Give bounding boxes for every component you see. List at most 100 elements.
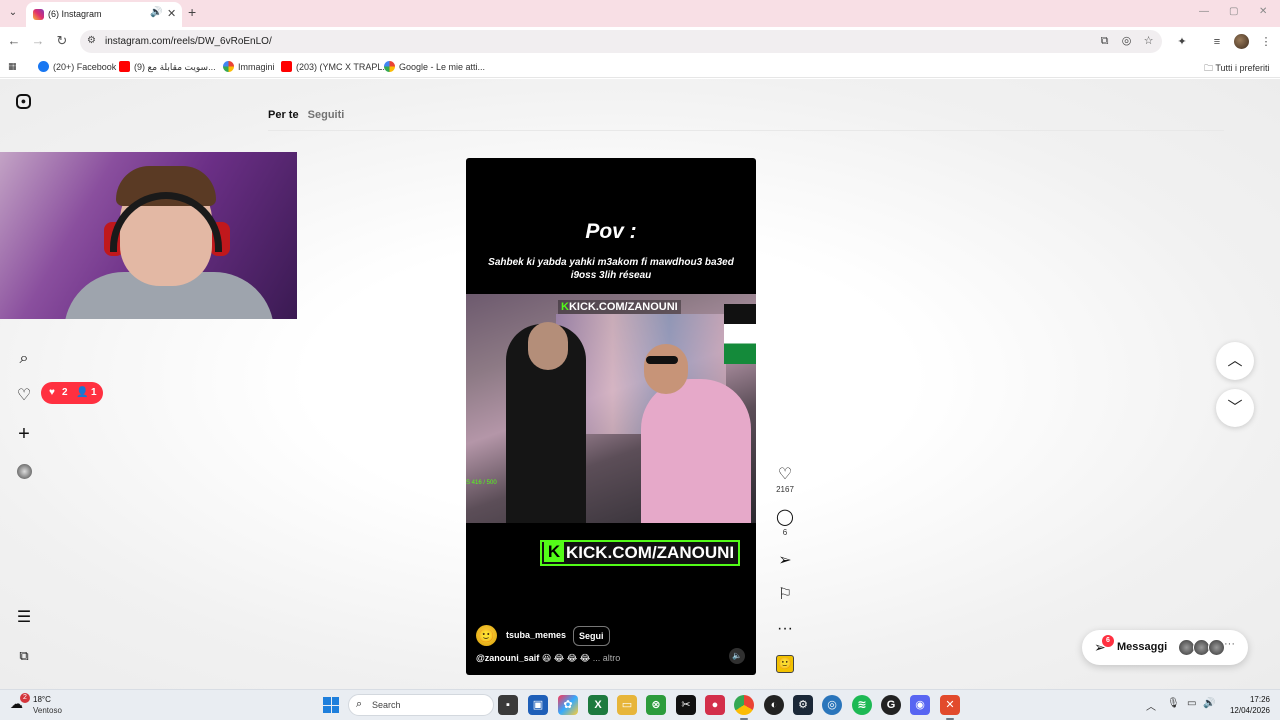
minimize-icon[interactable]: — — [1199, 6, 1209, 17]
youtube-icon — [119, 61, 130, 72]
send-icon[interactable]: ➢ — [772, 552, 798, 570]
app-icon[interactable]: ◎ — [822, 695, 842, 715]
bookmark-youtube-2[interactable]: (203) (YMC X TRAPL... — [281, 61, 390, 72]
profile-avatar[interactable] — [1234, 34, 1249, 49]
webcam-overlay — [0, 152, 297, 319]
folder-icon: 🗀 — [1204, 63, 1216, 73]
red-app-icon[interactable]: ● — [705, 695, 725, 715]
close-window-icon[interactable]: ✕ — [1259, 6, 1267, 17]
profile-avatar[interactable] — [17, 464, 32, 479]
weather-condition: Ventoso — [33, 706, 62, 715]
comment-action[interactable]: ◯ 6 — [772, 509, 798, 537]
maximize-icon[interactable]: ▢ — [1229, 6, 1238, 17]
spotify-icon[interactable]: ≋ — [852, 695, 872, 715]
bookmark-facebook[interactable]: (20+) Facebook — [38, 61, 116, 72]
follow-button[interactable]: Segui — [573, 626, 610, 646]
more-dots-icon[interactable]: ··· — [772, 620, 798, 638]
notification-pill[interactable]: ♥ 2 👤 1 — [41, 382, 103, 404]
reel-description[interactable]: @zanouni_saif 😆 😂 😂 😂 ... altro — [476, 653, 620, 664]
app-icon[interactable]: ✕ — [940, 695, 960, 720]
new-tab-icon[interactable]: + — [188, 4, 196, 20]
bookmark-immagini[interactable]: Immagini — [223, 61, 275, 72]
discord-icon[interactable]: ◉ — [910, 695, 930, 715]
extensions-icon[interactable]: ✦ — [1175, 35, 1189, 49]
store-icon[interactable]: ▣ — [528, 695, 548, 715]
excel-icon[interactable]: X — [588, 695, 608, 715]
start-windows-icon[interactable] — [323, 697, 339, 713]
tab-seguiti[interactable]: Seguiti — [308, 109, 345, 121]
file-explorer-icon[interactable]: ▭ — [617, 695, 637, 715]
browser-tab[interactable]: (6) Instagram 🔊 ✕ — [26, 2, 182, 27]
steam-icon[interactable]: ⚙ — [793, 695, 813, 715]
more-dots-icon: ··· — [1224, 638, 1235, 650]
all-bookmarks[interactable]: 🗀 Tutti i preferiti — [1204, 61, 1270, 77]
comment-icon[interactable]: ◯ — [772, 509, 798, 527]
messages-button[interactable]: ➢ 6 Messaggi ··· — [1082, 630, 1248, 665]
capcut-icon[interactable]: ✂ — [676, 695, 696, 715]
temperature: 18°C — [33, 695, 51, 704]
bookmark-label: (20+) Facebook — [53, 62, 117, 72]
username[interactable]: tsuba_memes — [506, 630, 566, 640]
bookmark-label: Google - Le mie atti... — [399, 62, 486, 72]
share-action[interactable]: ➢ — [772, 552, 798, 570]
instagram-logo-icon[interactable]: ● — [16, 94, 31, 109]
bookmark-label: (203) (YMC X TRAPL... — [296, 62, 390, 72]
heart-icon[interactable]: ♡ — [772, 466, 798, 484]
network-icon[interactable]: ▭ — [1187, 698, 1196, 709]
app-icon[interactable]: G — [881, 695, 901, 715]
chrome-icon[interactable] — [734, 695, 754, 720]
forward-icon[interactable]: → — [30, 33, 46, 49]
more-action[interactable]: ··· — [772, 620, 798, 638]
tab-close-icon[interactable]: ✕ — [167, 7, 176, 20]
also-from-meta-icon[interactable]: ⧉ — [14, 646, 34, 666]
volume-icon[interactable]: 🔊 — [1203, 698, 1215, 709]
messages-label: Messaggi — [1117, 641, 1168, 653]
reel-video[interactable]: Pov : Sahbek ki yabda yahki m3akom fi ma… — [466, 158, 756, 675]
user-avatar[interactable]: 🙂 — [476, 625, 497, 646]
taskbar-search[interactable]: ⌕ Search — [348, 694, 494, 716]
next-reel-button[interactable]: ﹀ — [1216, 389, 1254, 427]
address-bar[interactable]: ⚙ instagram.com/reels/DW_6vRoEnLO/ ⧉ ◎ ☆ — [80, 30, 1162, 53]
search-icon[interactable]: ⌕ — [14, 349, 34, 369]
install-app-icon[interactable]: ⧉ — [1098, 35, 1111, 48]
url-text[interactable]: instagram.com/reels/DW_6vRoEnLO/ — [105, 36, 272, 47]
bookmark-icon[interactable]: ⚐ — [772, 586, 798, 604]
tab-per-te[interactable]: Per te — [268, 109, 299, 121]
bookmarks-bar: ▦ (20+) Facebook (9) سويت مقابلة مع... I… — [0, 56, 1280, 78]
xbox-icon[interactable]: ⊗ — [646, 695, 666, 715]
tab-audio-icon[interactable]: 🔊 — [150, 7, 162, 18]
bookmark-google-activity[interactable]: Google - Le mie atti... — [384, 61, 485, 72]
save-action[interactable]: ⚐ — [772, 586, 798, 604]
reload-icon[interactable]: ↻ — [54, 33, 70, 49]
menu-dots-icon[interactable]: ⋮ — [1259, 35, 1273, 49]
notifications-heart-icon[interactable]: ♡ — [14, 386, 34, 406]
eye-off-icon[interactable]: ◎ — [1120, 35, 1133, 48]
site-info-icon[interactable]: ⚙ — [87, 35, 99, 47]
media-control-icon[interactable]: ≡ — [1210, 35, 1224, 49]
volume-icon[interactable]: 🔈 — [729, 648, 745, 664]
bookmark-star-icon[interactable]: ☆ — [1142, 35, 1155, 48]
like-action[interactable]: ♡ 2167 — [772, 466, 798, 494]
tray-chevron-icon[interactable]: ︿ — [1146, 698, 1156, 713]
back-icon[interactable]: ← — [6, 33, 22, 49]
task-view-icon[interactable]: ▪ — [498, 695, 518, 715]
bookmark-label: (9) سويت مقابلة مع... — [134, 62, 216, 72]
clock[interactable]: 17:26 12/04/2026 — [1222, 694, 1270, 716]
app-icon[interactable]: ◐ — [764, 695, 784, 715]
more-menu-icon[interactable]: ☰ — [14, 608, 34, 628]
instagram-favicon-icon — [33, 9, 44, 20]
audio-track-thumbnail[interactable]: 🙂 — [776, 655, 794, 673]
apps-grid-icon[interactable]: ▦ — [8, 61, 17, 72]
microphone-icon[interactable]: 🎙 — [1167, 698, 1180, 709]
create-plus-icon[interactable]: + — [14, 424, 34, 444]
kick-watermark-text: KICK.COM/ZANOUNI — [568, 301, 678, 313]
bookmark-youtube-1[interactable]: (9) سويت مقابلة مع... — [119, 61, 216, 73]
previous-reel-button[interactable]: ︿ — [1216, 342, 1254, 380]
person-head — [644, 344, 688, 394]
tab-search-icon[interactable]: ⌄ — [5, 5, 21, 21]
copilot-icon[interactable]: ✿ — [558, 695, 578, 715]
person-head — [528, 322, 568, 370]
more-link[interactable]: ... altro — [593, 653, 621, 663]
browser-toolbar: ← → ↻ ⚙ instagram.com/reels/DW_6vRoEnLO/… — [0, 27, 1280, 56]
mention[interactable]: @zanouni_saif — [476, 653, 539, 663]
